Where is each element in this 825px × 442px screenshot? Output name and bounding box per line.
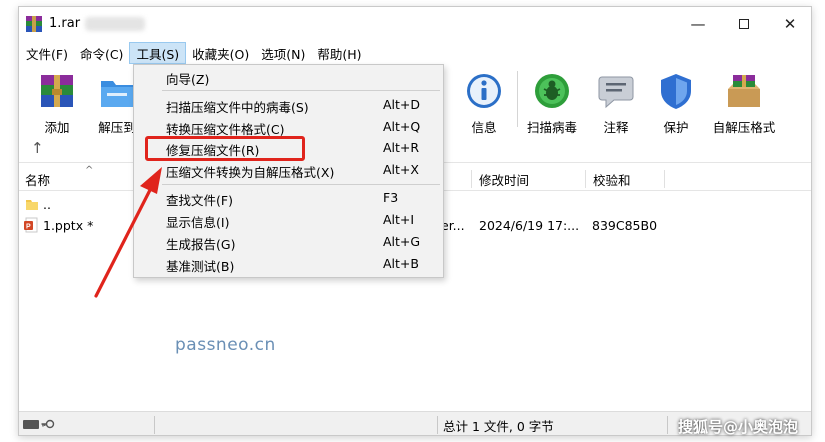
bug-scan-icon: [532, 71, 572, 111]
extract-folder-icon: [97, 71, 137, 111]
up-arrow-icon[interactable]: ↑: [31, 139, 44, 157]
menu-item-show-info[interactable]: 显示信息(I) Alt+I: [134, 210, 443, 230]
menu-commands[interactable]: 命令(C): [74, 42, 129, 64]
add-label: 添加: [44, 120, 70, 135]
menu-item-find-files[interactable]: 查找文件(F) F3: [134, 188, 443, 208]
scan-virus-button[interactable]: 扫描病毒: [522, 65, 582, 137]
sfx-archive-icon: [724, 71, 764, 111]
column-modified-label: 修改时间: [479, 172, 530, 188]
minimize-button[interactable]: —: [675, 7, 721, 41]
status-separator: [154, 416, 155, 434]
menu-item-wizard[interactable]: 向导(Z): [134, 67, 443, 87]
sfx-button[interactable]: 自解压格式: [707, 65, 781, 137]
close-button[interactable]: ✕: [767, 7, 811, 41]
protect-button[interactable]: 保护: [651, 65, 701, 137]
svg-text:P: P: [26, 224, 31, 231]
file-modified: 2024/6/19 17:...: [479, 217, 580, 233]
menu-item-label: 查找文件(F): [166, 193, 233, 208]
menu-separator: [162, 90, 440, 91]
title-bar: 1.rar — ✕: [19, 7, 811, 41]
column-checksum-label: 校验和: [593, 172, 631, 188]
menu-item-label: 显示信息(I): [166, 215, 230, 230]
minimize-icon: —: [690, 15, 706, 33]
menu-bar: 文件(F) 命令(C) 工具(S) 收藏夹(O) 选项(N) 帮助(H): [19, 41, 811, 65]
menu-item-shortcut: Alt+R: [383, 140, 420, 155]
drive-icon[interactable]: [23, 420, 39, 429]
pptx-file-icon: P: [23, 214, 39, 236]
menu-favorites[interactable]: 收藏夹(O): [186, 42, 255, 64]
menu-item-shortcut: Alt+X: [383, 162, 419, 177]
info-label: 信息: [471, 120, 497, 135]
column-separator[interactable]: [585, 170, 586, 188]
status-separator: [667, 416, 668, 434]
tools-dropdown-menu: 向导(Z) 扫描压缩文件中的病毒(S) Alt+D 转换压缩文件格式(C) Al…: [133, 64, 444, 278]
toolbar-separator: [517, 71, 518, 127]
comment-label: 注释: [603, 120, 629, 135]
add-button[interactable]: 添加: [25, 65, 89, 137]
close-icon: ✕: [783, 15, 797, 33]
menu-help[interactable]: 帮助(H): [311, 42, 367, 64]
file-name: ..: [43, 196, 51, 212]
menu-item-convert-format[interactable]: 转换压缩文件格式(C) Alt+Q: [134, 117, 443, 137]
extract-label: 解压到: [98, 120, 136, 135]
menu-separator: [162, 184, 440, 185]
key-icon[interactable]: [41, 417, 55, 431]
annotation-highlight-box: [145, 136, 305, 161]
menu-item-shortcut: Alt+Q: [383, 119, 421, 134]
info-icon: [464, 71, 504, 111]
menu-item-label: 扫描压缩文件中的病毒(S): [166, 100, 309, 115]
menu-item-convert-sfx[interactable]: 压缩文件转换为自解压格式(X) Alt+X: [134, 160, 443, 180]
column-separator[interactable]: [664, 170, 665, 188]
add-archive-icon: [37, 71, 77, 111]
file-checksum: 839C85B0: [592, 217, 658, 233]
corner-watermark: 搜狐号@小奥泡泡: [678, 418, 799, 436]
menu-item-generate-report[interactable]: 生成报告(G) Alt+G: [134, 232, 443, 252]
menu-item-shortcut: Alt+D: [383, 97, 421, 112]
title-redaction: [85, 17, 145, 31]
menu-item-benchmark[interactable]: 基准测试(B) Alt+B: [134, 254, 443, 274]
column-checksum[interactable]: 校验和: [587, 167, 667, 191]
maximize-icon: [739, 19, 749, 29]
menu-item-shortcut: Alt+B: [383, 256, 419, 271]
menu-item-label: 生成报告(G): [166, 237, 236, 252]
winrar-app-icon: [26, 16, 42, 32]
menu-item-scan-virus[interactable]: 扫描压缩文件中的病毒(S) Alt+D: [134, 95, 443, 115]
menu-item-label: 压缩文件转换为自解压格式(X): [166, 165, 335, 180]
menu-item-shortcut: Alt+G: [383, 234, 421, 249]
comment-button[interactable]: 注释: [591, 65, 641, 137]
menu-item-shortcut: Alt+I: [383, 212, 415, 227]
site-watermark: passneo.cn: [175, 335, 276, 355]
scan-virus-label: 扫描病毒: [526, 120, 577, 135]
status-separator: [437, 416, 438, 434]
window-title: 1.rar: [49, 16, 81, 31]
menu-item-shortcut: F3: [383, 190, 399, 205]
column-separator[interactable]: [471, 170, 472, 188]
menu-item-label: 向导(Z): [166, 72, 210, 87]
folder-up-icon: [25, 193, 39, 215]
file-name: 1.pptx *: [43, 217, 94, 233]
comment-icon: [596, 71, 636, 111]
column-modified[interactable]: 修改时间: [473, 167, 583, 191]
column-name-label: 名称: [25, 172, 51, 188]
info-button[interactable]: 信息: [459, 65, 509, 137]
maximize-button[interactable]: [721, 7, 767, 41]
menu-file[interactable]: 文件(F): [20, 42, 74, 64]
menu-item-label: 基准测试(B): [166, 259, 235, 274]
file-type: er...: [441, 217, 465, 233]
sfx-label: 自解压格式: [712, 120, 776, 135]
status-summary: 总计 1 文件, 0 字节: [443, 419, 554, 434]
menu-options[interactable]: 选项(N): [255, 42, 311, 64]
sort-caret-icon: ^: [85, 165, 94, 176]
menu-tools[interactable]: 工具(S): [129, 42, 187, 64]
protect-label: 保护: [663, 120, 689, 135]
shield-icon: [656, 71, 696, 111]
